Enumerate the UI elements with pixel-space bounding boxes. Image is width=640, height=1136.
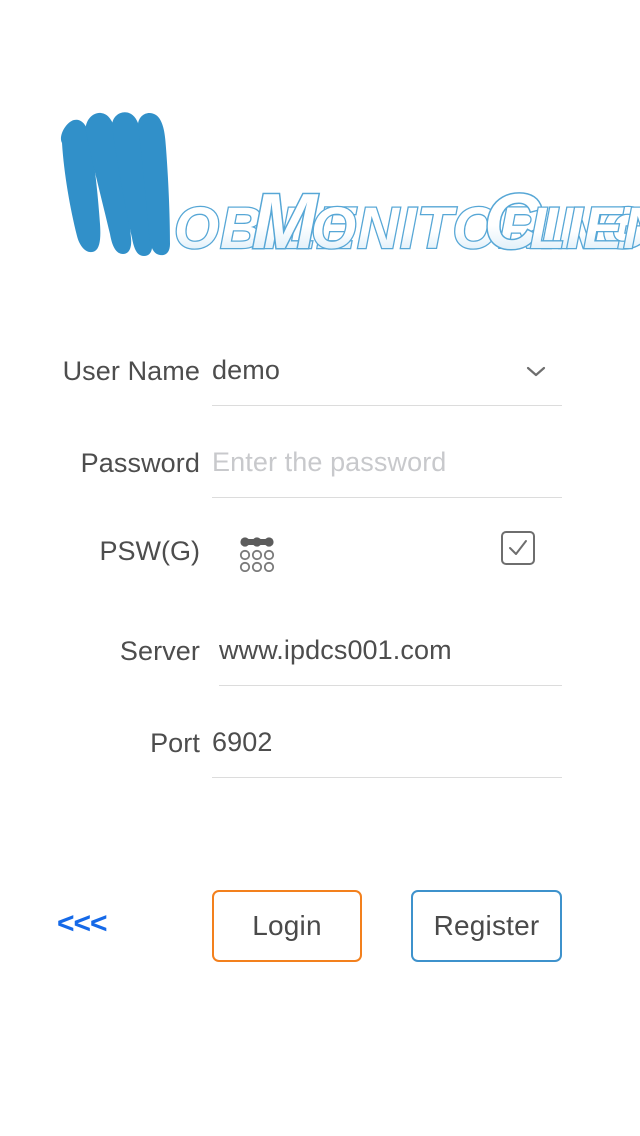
form-row-port: Port 6902 xyxy=(0,708,640,800)
login-button[interactable]: Login xyxy=(212,890,362,962)
logo-wordmark: OBILE . M ONITORING C LIENT xyxy=(173,176,640,267)
app-logo: OBILE . M ONITORING C LIENT xyxy=(0,96,640,266)
server-label: Server xyxy=(119,636,200,666)
password-label: Password xyxy=(80,448,200,478)
login-screen: OBILE . M ONITORING C LIENT User Name de… xyxy=(0,0,640,1136)
port-value: 6902 xyxy=(212,727,273,757)
port-input[interactable]: 6902 xyxy=(212,708,562,778)
pattern-password-label: PSW(G) xyxy=(99,536,201,566)
port-underline xyxy=(212,777,562,778)
server-input[interactable]: www.ipdcs001.com xyxy=(219,616,562,686)
logo-graphic: OBILE . M ONITORING C LIENT xyxy=(60,112,640,267)
pattern-lock-icon[interactable] xyxy=(238,534,276,573)
check-icon xyxy=(509,540,527,555)
back-link[interactable]: <<< xyxy=(57,904,108,944)
form-row-pattern-password: PSW(G) xyxy=(0,520,640,616)
username-label: User Name xyxy=(62,356,200,386)
pattern-password-checkbox[interactable] xyxy=(501,531,535,565)
chevron-down-icon[interactable] xyxy=(524,359,548,383)
form-row-username: User Name demo xyxy=(0,336,640,428)
logo-brush-m-icon xyxy=(60,112,170,256)
password-underline xyxy=(212,497,562,498)
password-input[interactable]: Enter the password xyxy=(212,428,562,498)
form-row-server: Server www.ipdcs001.com xyxy=(0,616,640,708)
login-form: User Name demo Password Enter the passwo… xyxy=(0,336,640,800)
username-underline xyxy=(212,405,562,406)
port-label: Port xyxy=(150,728,200,758)
server-underline xyxy=(219,685,562,686)
svg-text:M: M xyxy=(252,177,319,265)
password-placeholder: Enter the password xyxy=(212,447,447,477)
username-input[interactable]: demo xyxy=(212,336,562,406)
form-row-password: Password Enter the password xyxy=(0,428,640,520)
register-button[interactable]: Register xyxy=(411,890,562,962)
svg-text:LIENT: LIENT xyxy=(530,196,640,261)
username-value: demo xyxy=(212,355,280,385)
server-value: www.ipdcs001.com xyxy=(219,635,452,665)
action-bar: <<< Login Register xyxy=(0,888,640,966)
